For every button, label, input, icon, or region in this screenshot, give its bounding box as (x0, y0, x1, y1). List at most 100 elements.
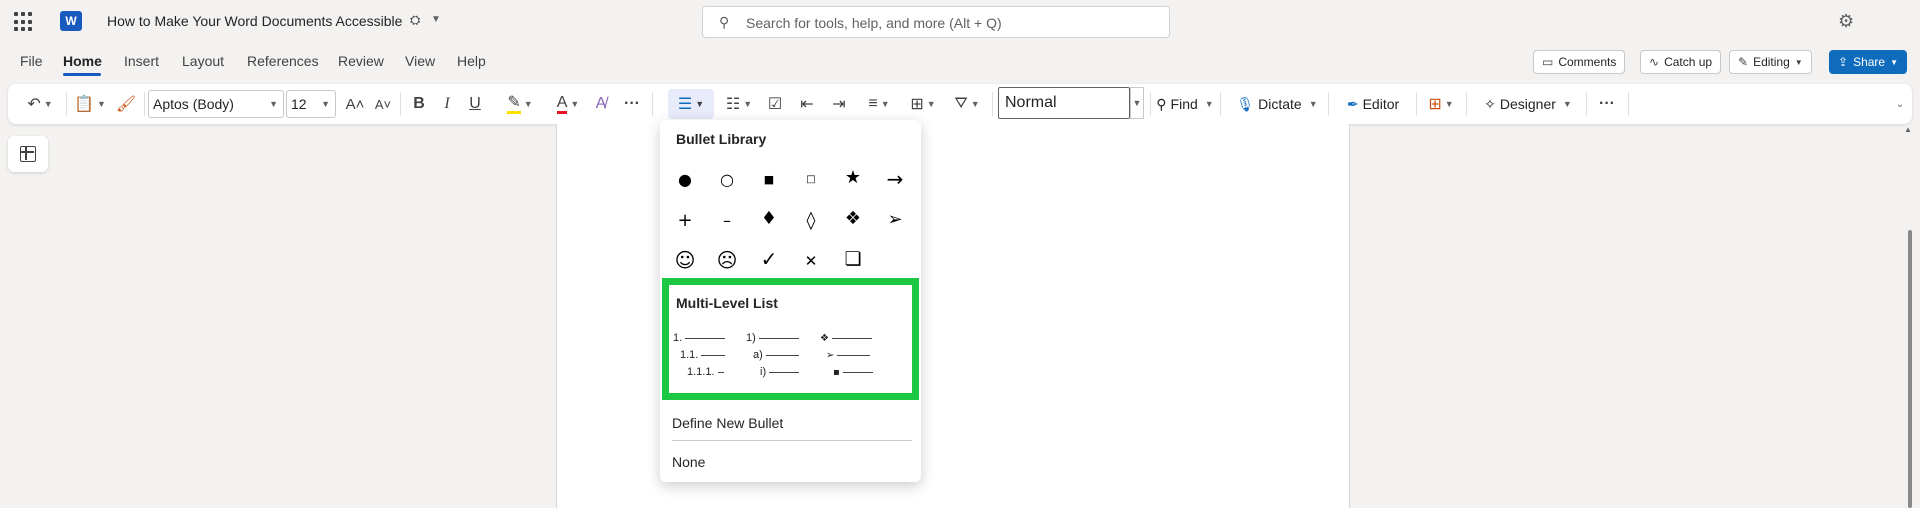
collapse-ribbon-button[interactable]: ⌄ (1892, 92, 1908, 116)
word-icon[interactable]: W (60, 11, 86, 31)
doc-title[interactable]: How to Make Your Word Documents Accessib… (107, 13, 402, 29)
ribbon-divider (144, 92, 145, 116)
more-options-button[interactable]: ··· (1592, 92, 1622, 116)
chevron-down-icon: ▼ (1444, 99, 1454, 109)
share-label: Share (1853, 55, 1886, 69)
tab-review[interactable]: Review (338, 53, 384, 69)
tab-layout[interactable]: Layout (182, 53, 224, 69)
more-font-options-button[interactable]: ··· (620, 92, 644, 116)
shading-button[interactable]: ⛛ ▼ (946, 92, 988, 116)
activity-icon: ∿ (1649, 55, 1660, 69)
search-box[interactable]: ⚲ Search for tools, help, and more (Alt … (702, 6, 1170, 38)
add-ins-button[interactable]: ⊞ ▼ (1420, 92, 1462, 116)
search-icon: ⚲ (1156, 95, 1167, 112)
catch-up-button[interactable]: ∿ Catch up (1640, 50, 1722, 74)
bullet-option-smiley[interactable]: ☺ (668, 243, 702, 277)
editing-label: Editing (1753, 55, 1790, 69)
bullets-button[interactable]: ☰ ▼ (668, 92, 714, 116)
app-launcher-icon[interactable] (14, 12, 34, 32)
dictate-button[interactable]: 🎙 Dictate ▼ (1234, 92, 1320, 116)
ribbon-divider (1586, 92, 1587, 116)
ml-level-1: 1) (746, 332, 756, 344)
menu-divider (672, 440, 912, 441)
navigation-pane-button[interactable] (8, 136, 48, 172)
bullet-option-frown[interactable]: ☹ (710, 243, 744, 277)
format-painter-button[interactable]: 🖌 (114, 92, 138, 116)
increase-indent-button[interactable]: ⇥ (826, 92, 852, 116)
font-color-button[interactable]: A ▼ (548, 92, 588, 116)
bullet-option-star[interactable]: ★ (836, 160, 870, 194)
bullet-option-arrow[interactable]: → (878, 162, 912, 196)
tab-view[interactable]: View (405, 53, 435, 69)
editing-mode-button[interactable]: ✎ Editing ▼ (1729, 50, 1812, 74)
checklist-button[interactable]: ☑ (762, 92, 788, 116)
search-input[interactable]: Search for tools, help, and more (Alt + … (746, 15, 1002, 31)
bullet-option-filled-square[interactable]: ■ (752, 162, 786, 196)
bullet-option-arrowhead[interactable]: ➢ (878, 202, 912, 236)
tab-home[interactable]: Home (63, 53, 102, 69)
decrease-indent-button[interactable]: ⇤ (794, 92, 820, 116)
define-new-bullet-item[interactable]: Define New Bullet (672, 415, 783, 431)
none-bullet-item[interactable]: None (672, 454, 705, 470)
underline-button[interactable]: U (462, 92, 488, 116)
editor-button[interactable]: ✒ Editor (1338, 92, 1408, 116)
undo-button[interactable]: ↶ ▼ (20, 92, 60, 116)
dictate-label: Dictate (1258, 96, 1302, 112)
scroll-up-icon[interactable]: ▲ (1904, 125, 1912, 134)
ribbon-divider (992, 92, 993, 116)
shrink-font-button[interactable]: A˅ (370, 92, 396, 116)
bullet-option-checkmark[interactable]: ✓ (752, 242, 786, 276)
highlight-button[interactable]: ✎ ▼ (500, 92, 540, 116)
bullet-option-dash[interactable]: – (710, 203, 744, 237)
comments-button[interactable]: ▭ Comments (1533, 50, 1626, 74)
chevron-down-icon: ▼ (970, 99, 980, 109)
tab-file[interactable]: File (20, 53, 43, 69)
designer-label: Designer (1499, 96, 1556, 112)
bullet-option-hollow-square[interactable]: □ (794, 162, 828, 196)
paste-button[interactable]: 📋 ▼ (70, 92, 110, 116)
font-size-dropdown[interactable]: 12 ▼ (286, 90, 336, 118)
ribbon-divider (66, 92, 67, 116)
bullet-option-plus[interactable]: + (668, 203, 702, 237)
borders-button[interactable]: ⊞ ▼ (902, 92, 944, 116)
bullet-option-four-diamond[interactable]: ❖ (836, 201, 870, 235)
share-button[interactable]: ⇪ Share ▼ (1829, 50, 1908, 74)
bullet-option-shadow-box[interactable]: ❏ (836, 242, 870, 276)
style-gallery-expand[interactable]: ▼ (1130, 87, 1144, 119)
align-button[interactable]: ≡ ▼ (858, 92, 900, 116)
tab-references[interactable]: References (247, 53, 319, 69)
decrease-indent-icon: ⇤ (800, 96, 814, 113)
multi-level-option-numeric[interactable]: 1. 1.1. 1.1.1. (673, 330, 726, 381)
tab-help[interactable]: Help (457, 53, 486, 69)
magic-wand-icon: ✧ (1484, 95, 1496, 112)
chevron-down-icon: ▼ (695, 99, 705, 109)
menu-bar: File Home Insert Layout References Revie… (0, 44, 1920, 80)
chevron-down-icon: ▼ (1794, 57, 1803, 67)
bullet-option-hollow-circle[interactable]: ○ (710, 162, 744, 196)
tab-insert[interactable]: Insert (124, 53, 159, 69)
find-button[interactable]: ⚲ Find ▼ (1154, 92, 1216, 116)
style-dropdown[interactable]: Normal (998, 87, 1130, 119)
italic-button[interactable]: I (434, 92, 460, 116)
bullet-option-hollow-diamond[interactable]: ◊ (794, 203, 828, 237)
vertical-scrollbar[interactable] (1908, 230, 1912, 508)
ribbon-divider (400, 92, 401, 116)
grow-font-icon: A˄ (345, 95, 365, 113)
bold-button[interactable]: B (406, 92, 432, 116)
sensitivity-icon[interactable]: ⛭ (410, 12, 420, 28)
numbering-button[interactable]: ☷ ▼ (718, 92, 760, 116)
bullet-option-filled-circle[interactable]: ● (668, 162, 702, 196)
bullet-option-filled-diamond[interactable]: ♦ (752, 201, 786, 235)
font-name-dropdown[interactable]: Aptos (Body) ▼ (148, 90, 284, 118)
clear-formatting-button[interactable]: A̸ (588, 92, 614, 116)
multi-level-option-parenthesis[interactable]: 1) a) i) (746, 330, 800, 381)
gear-icon[interactable]: ⚙ (1838, 11, 1854, 32)
bullet-option-cross[interactable]: ✕ (794, 244, 828, 278)
chevron-down-icon: ▼ (1204, 99, 1214, 109)
bullet-library-heading: Bullet Library (676, 131, 767, 147)
underline-icon: U (469, 95, 481, 112)
chevron-down-icon[interactable]: ▼ (431, 14, 441, 25)
multi-level-option-symbols[interactable]: ❖ ➢ ▪ (820, 330, 873, 381)
designer-button[interactable]: ✧ Designer ▼ (1476, 92, 1580, 116)
grow-font-button[interactable]: A˄ (342, 92, 368, 116)
